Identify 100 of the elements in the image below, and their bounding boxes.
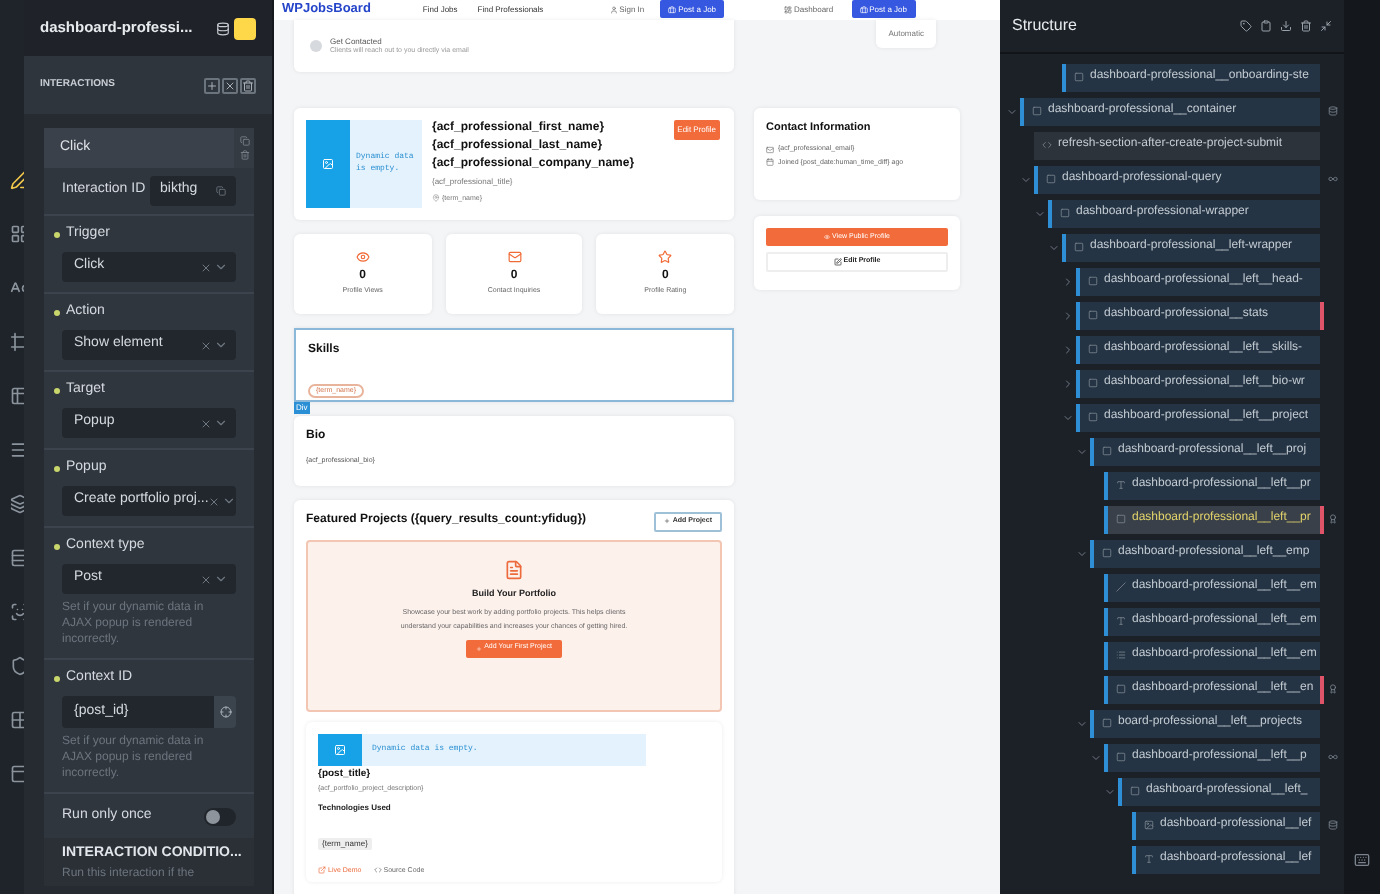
infinity-icon <box>1328 752 1338 762</box>
user-icon <box>609 5 618 14</box>
image-placeholder <box>306 119 350 208</box>
square-icon <box>1088 344 1098 354</box>
square-icon <box>1130 786 1140 796</box>
chevron-down-icon[interactable] <box>214 338 228 352</box>
briefcase-icon <box>859 5 868 14</box>
calendar-icon <box>766 158 774 167</box>
square-icon <box>1074 72 1084 82</box>
document-icon <box>504 559 524 580</box>
external-link-icon <box>318 866 326 875</box>
chevron-down-icon[interactable] <box>1090 751 1102 763</box>
copy-icon[interactable] <box>216 186 226 196</box>
briefcase-icon <box>668 5 677 14</box>
star-icon <box>658 250 673 265</box>
mail-icon <box>766 145 774 154</box>
pencil-icon[interactable] <box>10 170 24 190</box>
close-icon[interactable] <box>222 77 238 93</box>
database-icon <box>1328 106 1338 116</box>
image-placeholder <box>318 733 362 766</box>
square-icon <box>1116 752 1126 762</box>
chevron-down-icon[interactable] <box>222 494 237 508</box>
crosshair-icon <box>219 706 231 718</box>
square-icon <box>1102 548 1112 558</box>
slash-icon <box>1116 582 1126 592</box>
chevron-right-icon[interactable] <box>1062 309 1074 321</box>
badge-icon <box>1328 684 1338 694</box>
square-icon <box>1116 684 1126 694</box>
lines-icon[interactable] <box>10 440 24 460</box>
plus-icon <box>476 645 483 651</box>
add-icon[interactable] <box>204 77 220 93</box>
toggle-switch[interactable] <box>204 807 236 825</box>
chevron-down-icon[interactable] <box>214 416 228 430</box>
chevron-down-icon[interactable] <box>1076 445 1088 457</box>
chevron-down-icon[interactable] <box>214 572 228 586</box>
clipboard-icon[interactable] <box>1260 20 1272 32</box>
keyboard-icon[interactable] <box>1354 852 1370 868</box>
square-icon <box>1032 106 1042 116</box>
trash-icon[interactable] <box>239 150 249 160</box>
badge-icon <box>1328 514 1338 524</box>
chevron-right-icon[interactable] <box>1062 343 1074 355</box>
download-icon[interactable] <box>1280 20 1292 32</box>
trash-icon[interactable] <box>240 77 256 93</box>
copy-icon[interactable] <box>239 136 249 146</box>
color-swatch[interactable] <box>234 17 256 39</box>
clear-icon[interactable] <box>200 573 212 585</box>
image-icon <box>1144 820 1154 830</box>
square-icon <box>1046 174 1056 184</box>
shield-icon[interactable] <box>10 656 24 676</box>
dynamic-data-button[interactable] <box>214 696 236 728</box>
square-icon <box>1102 446 1112 456</box>
chevron-down-icon[interactable] <box>214 260 228 274</box>
code-icon <box>1042 140 1052 150</box>
clear-icon[interactable] <box>200 417 212 429</box>
clear-icon[interactable] <box>200 261 212 273</box>
collapse-icon[interactable] <box>1320 20 1332 32</box>
square-icon <box>1116 514 1126 524</box>
database-icon <box>1328 820 1338 830</box>
mail-icon <box>507 250 521 265</box>
text-icon <box>1116 480 1126 490</box>
square-icon <box>1088 412 1098 422</box>
eye-icon <box>824 233 831 240</box>
text-case-icon[interactable] <box>10 278 24 298</box>
chevron-down-icon[interactable] <box>1062 411 1074 423</box>
chevron-right-icon[interactable] <box>1062 377 1074 389</box>
layers-icon[interactable] <box>10 494 24 514</box>
grid-icon[interactable] <box>10 710 24 730</box>
square-icon <box>1088 378 1098 388</box>
map-pin-icon <box>432 194 440 203</box>
square-icon <box>1088 310 1098 320</box>
text-icon <box>1144 854 1154 864</box>
chevron-down-icon[interactable] <box>1020 173 1032 185</box>
chevron-down-icon[interactable] <box>1048 241 1060 253</box>
square-icon <box>1102 718 1112 728</box>
frame-icon[interactable] <box>10 332 24 352</box>
plus-icon <box>664 518 671 525</box>
face-frame-icon[interactable] <box>10 602 24 622</box>
grid-icon[interactable] <box>10 224 24 244</box>
text-icon <box>1116 616 1126 626</box>
eye-icon <box>355 250 370 265</box>
edit-icon <box>833 257 842 266</box>
square-icon <box>1088 276 1098 286</box>
square-icon <box>1060 208 1070 218</box>
tag-icon[interactable] <box>1240 20 1252 32</box>
table-icon[interactable] <box>10 386 24 406</box>
clear-icon[interactable] <box>208 495 221 507</box>
square-icon <box>1074 242 1084 252</box>
chevron-right-icon[interactable] <box>1062 275 1074 287</box>
code-icon <box>373 866 382 875</box>
dashboard-icon <box>784 5 793 14</box>
trash-icon[interactable] <box>1300 20 1312 32</box>
chevron-down-icon[interactable] <box>1034 207 1046 219</box>
panel-title: Structure <box>1012 14 1077 38</box>
stack-icon[interactable] <box>216 21 230 35</box>
infinity-icon <box>1328 174 1338 184</box>
chevron-down-icon[interactable] <box>1104 785 1116 797</box>
chevron-down-icon[interactable] <box>1006 105 1018 117</box>
clear-icon[interactable] <box>200 339 212 351</box>
chevron-down-icon[interactable] <box>1076 547 1088 559</box>
chevron-down-icon[interactable] <box>1076 717 1088 729</box>
